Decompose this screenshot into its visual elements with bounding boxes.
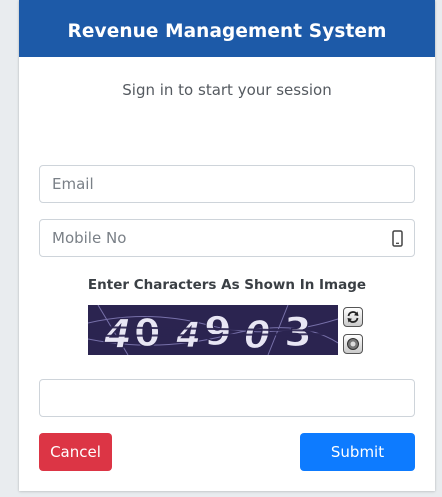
svg-text:9: 9 [204,309,232,355]
email-field[interactable] [40,166,414,202]
mobile-phone-icon [392,230,403,247]
mobile-field-wrapper [39,219,415,257]
svg-text:4: 4 [103,312,132,355]
email-field-wrapper [39,165,415,203]
captcha-audio-button[interactable] [343,334,363,354]
captcha-image: 4 0 4 9 0 3 [88,305,338,355]
svg-text:3: 3 [284,310,312,355]
captcha-refresh-button[interactable] [343,307,363,327]
submit-button[interactable]: Submit [300,433,415,471]
mobile-field[interactable] [40,220,414,256]
login-subtitle: Sign in to start your session [122,81,332,99]
cancel-button[interactable]: Cancel [39,433,112,471]
app-title: Revenue Management System [19,0,435,57]
svg-text:0: 0 [134,311,160,355]
captcha-input-wrapper [39,379,415,417]
captcha-label: Enter Characters As Shown In Image [87,277,367,293]
captcha-input[interactable] [40,380,414,416]
login-card: Revenue Management System Sign in to sta… [19,0,435,491]
speaker-icon [347,338,359,350]
refresh-icon [347,311,359,323]
